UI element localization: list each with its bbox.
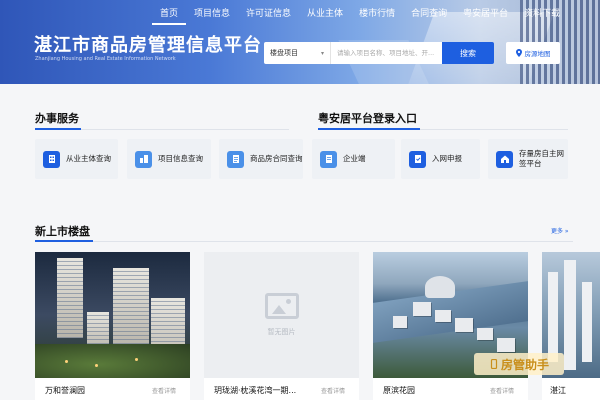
site-subtitle: Zhanjiang Housing and Real Estate Inform… xyxy=(35,56,176,62)
section-divider xyxy=(35,128,289,130)
more-link[interactable]: 更多 » xyxy=(551,226,569,235)
nav-item-yueanju[interactable]: 粤安居平台 xyxy=(455,5,516,25)
nav-item-home[interactable]: 首页 xyxy=(152,5,187,25)
nav-item-contract-query[interactable]: 合同查询 xyxy=(403,5,455,25)
listing-card[interactable]: 万和誉澜园 查看详情 xyxy=(35,252,190,400)
service-card-house-sign[interactable]: 存量房自主网签平台 xyxy=(488,139,568,179)
listing-name: 原滨花园 xyxy=(383,386,415,395)
listing-detail-link[interactable]: 查看详情 xyxy=(321,386,345,395)
service-label: 商品房合同查询 xyxy=(250,154,303,163)
top-navigation: 首页 项目信息 许可证信息 从业主体 楼市行情 合同查询 粤安居平台 资料下载 xyxy=(152,5,568,25)
service-card-enterprise[interactable]: 企业端 xyxy=(312,139,395,179)
listing-image-placeholder: 暂无图片 xyxy=(204,252,359,378)
listing-name: 万和誉澜园 xyxy=(45,386,85,395)
declare-icon xyxy=(409,150,426,168)
search-input[interactable] xyxy=(330,42,442,64)
project-icon xyxy=(135,150,152,168)
service-card-practitioner-query[interactable]: 从业主体查询 xyxy=(35,139,118,179)
service-card-project-query[interactable]: 项目信息查询 xyxy=(127,139,211,179)
service-label: 从业主体查询 xyxy=(66,154,111,163)
nav-item-downloads[interactable]: 资料下载 xyxy=(516,5,568,25)
listing-image xyxy=(35,252,190,378)
phone-icon xyxy=(490,359,498,369)
listing-detail-link[interactable]: 查看详情 xyxy=(490,386,514,395)
listing-card[interactable]: 湛江 xyxy=(542,252,600,400)
image-placeholder-icon xyxy=(264,293,299,319)
yueanju-title: 粤安居平台登录入口 xyxy=(318,112,417,125)
house-map-button[interactable]: 房源地图 xyxy=(506,42,560,64)
listing-card[interactable]: 暂无图片 玥珑湖·枕溪花湾一期... 查看详情 xyxy=(204,252,359,400)
nav-item-practitioners[interactable]: 从业主体 xyxy=(299,5,351,25)
search-button[interactable]: 搜索 xyxy=(442,42,494,64)
watermark-text: 房管助手 xyxy=(500,357,549,372)
nav-item-project-info[interactable]: 项目信息 xyxy=(186,5,238,25)
location-pin-icon xyxy=(515,49,522,57)
contract-icon xyxy=(227,150,244,168)
service-label: 企业端 xyxy=(343,154,366,163)
service-label: 入网申报 xyxy=(432,154,462,163)
listing-name: 玥珑湖·枕溪花湾一期... xyxy=(214,386,297,395)
listing-name: 湛江 xyxy=(550,386,566,395)
nav-item-license-info[interactable]: 许可证信息 xyxy=(238,5,299,25)
listing-card[interactable]: 原滨花园 查看详情 xyxy=(373,252,528,400)
house-map-label: 房源地图 xyxy=(524,50,551,58)
search-type-value: 楼盘项目 xyxy=(270,49,298,57)
search-bar: 楼盘项目 ▾ 搜索 xyxy=(264,42,494,64)
section-divider xyxy=(35,240,573,242)
chevron-down-icon: ▾ xyxy=(320,49,324,57)
service-label: 存量房自主网签平台 xyxy=(519,149,564,168)
listings-title: 新上市楼盘 xyxy=(35,225,90,238)
enterprise-icon xyxy=(320,150,337,168)
service-card-declare[interactable]: 入网申报 xyxy=(401,139,480,179)
service-card-contract-query[interactable]: 商品房合同查询 xyxy=(219,139,303,179)
section-divider xyxy=(318,128,568,130)
nav-item-market[interactable]: 楼市行情 xyxy=(351,5,403,25)
house-sign-icon xyxy=(496,150,513,168)
listing-detail-link[interactable]: 查看详情 xyxy=(152,386,176,395)
no-image-text: 暂无图片 xyxy=(267,328,296,336)
building-icon xyxy=(43,150,60,168)
services-title: 办事服务 xyxy=(35,112,79,125)
watermark: 房管助手 xyxy=(474,353,564,375)
site-title: 湛江市商品房管理信息平台 xyxy=(34,35,262,56)
service-label: 项目信息查询 xyxy=(158,154,203,163)
search-type-select[interactable]: 楼盘项目 ▾ xyxy=(264,42,330,64)
